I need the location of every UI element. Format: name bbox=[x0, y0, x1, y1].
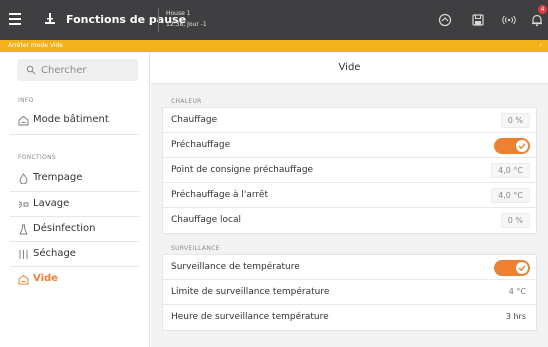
setting-row-point-consigne[interactable]: Point de consigne préchauffage 4,0 °C bbox=[163, 158, 536, 183]
notification-badge: 4 bbox=[538, 5, 547, 14]
check-icon bbox=[518, 143, 526, 150]
setting-value: 4 °C bbox=[508, 287, 526, 296]
house-subtitle: 12:38, Jour -1 bbox=[166, 21, 207, 28]
sidebar-item-label: Désinfection bbox=[33, 223, 96, 234]
stop-mode-banner[interactable]: Arrêter mode Vide › bbox=[0, 40, 548, 52]
group-label-chaleur: CHALEUR bbox=[171, 98, 202, 105]
menu-icon[interactable] bbox=[9, 13, 21, 25]
bell-icon[interactable] bbox=[530, 13, 544, 27]
pause-icon bbox=[45, 13, 55, 24]
sidebar-item-lavage[interactable]: Lavage bbox=[0, 192, 149, 217]
sidebar-item-vide[interactable]: Vide bbox=[0, 267, 149, 292]
check-icon bbox=[518, 265, 526, 272]
sidebar-item-label: Séchage bbox=[33, 248, 76, 259]
page-title: Vide bbox=[338, 62, 361, 73]
setting-label: Point de consigne préchauffage bbox=[171, 165, 314, 175]
settings-card-chaleur: Chauffage 0 % Préchauffage Point de cons… bbox=[162, 107, 537, 234]
setting-row-surveillance-temperature: Surveillance de température bbox=[163, 255, 536, 280]
search-box[interactable] bbox=[17, 59, 138, 81]
main-header: Vide bbox=[151, 52, 548, 84]
setting-label: Préchauffage bbox=[171, 140, 231, 150]
toggle-knob bbox=[516, 262, 528, 274]
chevron-right-icon[interactable]: › bbox=[539, 41, 542, 49]
setting-row-limite-surveillance[interactable]: Limite de surveillance température 4 °C bbox=[163, 280, 536, 305]
topbar-divider bbox=[158, 8, 159, 32]
settings-card-surveillance: Surveillance de température Limite de su… bbox=[162, 254, 537, 331]
search-icon bbox=[26, 65, 36, 75]
dashboard-icon[interactable] bbox=[438, 13, 452, 27]
main-panel: Vide CHALEUR Chauffage 0 % Préchauffage … bbox=[151, 52, 548, 347]
section-label-info: INFO bbox=[18, 97, 34, 104]
setting-value[interactable]: 4,0 °C bbox=[491, 163, 530, 178]
sidebar-item-sechage[interactable]: Séchage bbox=[0, 242, 149, 267]
heat-lines-icon bbox=[19, 250, 28, 259]
setting-value[interactable]: 0 % bbox=[500, 213, 530, 228]
setting-row-prechauffage-arret[interactable]: Préchauffage à l'arrêt 4,0 °C bbox=[163, 183, 536, 208]
sidebar-item-trempage[interactable]: Trempage bbox=[0, 166, 149, 191]
save-icon[interactable] bbox=[471, 13, 485, 27]
search-input[interactable] bbox=[41, 60, 133, 80]
group-label-surveillance: SURVEILLANCE bbox=[171, 245, 220, 252]
house-title[interactable]: House 1 bbox=[166, 10, 191, 17]
sidebar-item-label: Trempage bbox=[33, 172, 83, 183]
setting-label: Chauffage bbox=[171, 115, 218, 125]
section-label-functions: FONCTIONS bbox=[18, 154, 57, 161]
broadcast-icon[interactable] bbox=[502, 13, 516, 27]
setting-value[interactable]: 0 % bbox=[500, 113, 530, 128]
surveillance-toggle[interactable] bbox=[494, 260, 530, 276]
spray-icon bbox=[18, 201, 29, 208]
sidebar-item-label: Vide bbox=[33, 273, 58, 284]
prechauffage-toggle[interactable] bbox=[494, 138, 530, 154]
setting-row-chauffage-local[interactable]: Chauffage local 0 % bbox=[163, 208, 536, 233]
sidebar-item-label: Lavage bbox=[33, 198, 70, 209]
setting-row-heure-surveillance[interactable]: Heure de surveillance température 3 hrs bbox=[163, 305, 536, 330]
setting-value[interactable]: 4,0 °C bbox=[491, 188, 530, 203]
toggle-knob bbox=[516, 140, 528, 152]
top-bar: Fonctions de pause House 1 12:38, Jour -… bbox=[0, 0, 548, 40]
sidebar-item-desinfection[interactable]: Désinfection bbox=[0, 217, 149, 242]
sidebar-item-mode-batiment[interactable]: Mode bâtiment bbox=[0, 108, 149, 133]
divider bbox=[10, 134, 139, 135]
sidebar: INFO Mode bâtiment FONCTIONS Trempage La… bbox=[0, 52, 150, 347]
setting-value: 3 hrs bbox=[505, 312, 526, 321]
setting-row-chauffage[interactable]: Chauffage 0 % bbox=[163, 108, 536, 133]
banner-text[interactable]: Arrêter mode Vide bbox=[8, 42, 63, 49]
setting-label: Préchauffage à l'arrêt bbox=[171, 190, 268, 200]
drop-icon bbox=[19, 173, 28, 184]
setting-label: Limite de surveillance température bbox=[171, 287, 330, 297]
setting-row-prechauffage: Préchauffage bbox=[163, 133, 536, 158]
setting-label: Heure de surveillance température bbox=[171, 312, 329, 322]
building-icon bbox=[18, 115, 29, 126]
building-icon bbox=[18, 274, 29, 285]
setting-label: Chauffage local bbox=[171, 215, 242, 225]
sidebar-item-label: Mode bâtiment bbox=[33, 114, 109, 125]
flask-icon bbox=[19, 224, 28, 235]
setting-label: Surveillance de température bbox=[171, 262, 300, 272]
